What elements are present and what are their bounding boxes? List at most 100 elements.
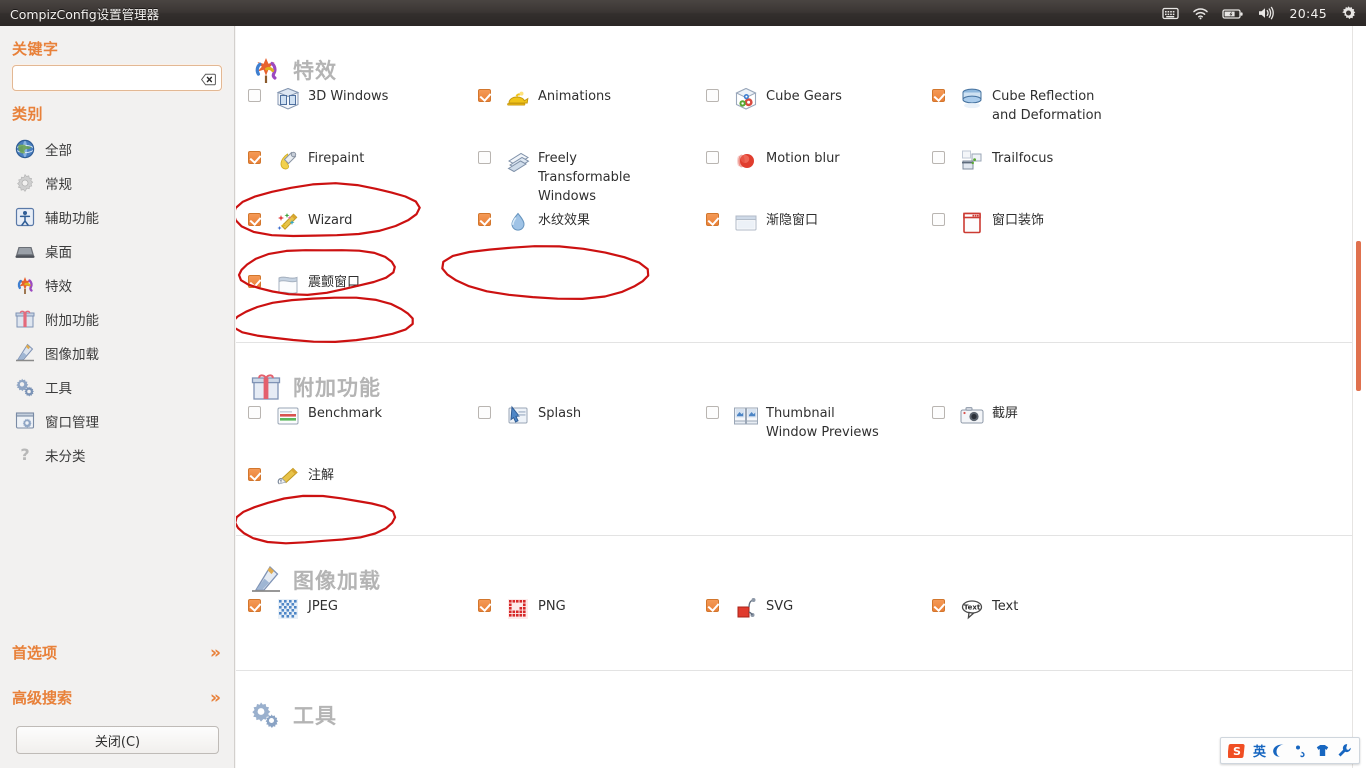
close-button[interactable]: 关闭(C) bbox=[16, 726, 219, 754]
sidebar-item-window-management[interactable]: 窗口管理 bbox=[0, 404, 234, 438]
plugin-label: 水纹效果 bbox=[538, 213, 591, 228]
moon-icon[interactable] bbox=[1273, 743, 1287, 758]
plugin-checkbox[interactable] bbox=[932, 151, 945, 164]
plugin-item[interactable]: PNG bbox=[478, 596, 566, 622]
plugin-label: 渐隐窗口 bbox=[766, 213, 819, 228]
ime-mode-label[interactable]: 英 bbox=[1253, 741, 1266, 760]
sidebar-item-label: 辅助功能 bbox=[45, 211, 99, 227]
sidebar-item-image-loading[interactable]: 图像加载 bbox=[0, 336, 234, 370]
top-panel: CompizConfig设置管理器 20:45 bbox=[0, 0, 1366, 26]
desktop-icon bbox=[14, 240, 36, 262]
preferences-link[interactable]: 首选项 » bbox=[0, 630, 235, 675]
plugin-item[interactable]: Splash bbox=[478, 403, 581, 429]
plugin-item[interactable]: 注解 bbox=[248, 465, 334, 491]
plugin-item[interactable]: Freely Transformable Windows bbox=[478, 148, 631, 206]
plugin-checkbox[interactable] bbox=[706, 151, 719, 164]
plugin-checkbox[interactable] bbox=[248, 89, 261, 102]
gift-icon bbox=[14, 308, 36, 330]
plugin-item[interactable]: Motion blur bbox=[706, 148, 840, 174]
scrollbar-thumb[interactable] bbox=[1356, 241, 1361, 391]
clock[interactable]: 20:45 bbox=[1289, 6, 1327, 21]
plugin-checkbox[interactable] bbox=[932, 406, 945, 419]
plugin-item[interactable]: 震颤窗口 bbox=[248, 272, 360, 298]
plugin-item[interactable]: 窗口装饰 bbox=[932, 210, 1044, 236]
plugin-label: 截屏 bbox=[992, 406, 1019, 421]
plugin-label: 震颤窗口 bbox=[308, 275, 361, 290]
plugin-item[interactable]: 3D Windows bbox=[248, 86, 388, 112]
plugin-checkbox[interactable] bbox=[706, 406, 719, 419]
sidebar-item-all[interactable]: 全部 bbox=[0, 132, 234, 166]
firepaint-icon bbox=[275, 148, 301, 174]
plugin-checkbox[interactable] bbox=[706, 89, 719, 102]
search-box[interactable] bbox=[12, 65, 222, 91]
plugin-checkbox[interactable] bbox=[932, 89, 945, 102]
section-title: 附加功能 bbox=[293, 376, 381, 400]
plugin-item[interactable]: Animations bbox=[478, 86, 611, 112]
plugin-checkbox[interactable] bbox=[248, 213, 261, 226]
search-input[interactable] bbox=[13, 67, 221, 89]
plugin-checkbox[interactable] bbox=[478, 213, 491, 226]
plugin-item[interactable]: Trailfocus bbox=[932, 148, 1053, 174]
plugin-item[interactable]: Firepaint bbox=[248, 148, 364, 174]
plugin-checkbox[interactable] bbox=[478, 151, 491, 164]
wrench-icon[interactable] bbox=[1337, 743, 1352, 758]
plugin-checkbox[interactable] bbox=[248, 468, 261, 481]
plugin-label: Cube Reflection and Deformation bbox=[992, 89, 1102, 123]
plugin-item[interactable]: Wizard bbox=[248, 210, 352, 236]
plugin-label: 窗口装饰 bbox=[992, 213, 1045, 228]
plugin-checkbox[interactable] bbox=[248, 275, 261, 288]
sidebar-item-accessibility[interactable]: 辅助功能 bbox=[0, 200, 234, 234]
plugin-item[interactable]: Thumbnail Window Previews bbox=[706, 403, 879, 442]
plugin-item[interactable]: Text Text bbox=[932, 596, 1018, 622]
window-decoration-icon bbox=[959, 210, 985, 236]
punctuation-icon[interactable] bbox=[1294, 743, 1308, 758]
wobbly-windows-icon bbox=[275, 272, 301, 298]
plugin-checkbox[interactable] bbox=[478, 89, 491, 102]
plugin-checkbox[interactable] bbox=[932, 599, 945, 612]
sidebar-item-extras[interactable]: 附加功能 bbox=[0, 302, 234, 336]
plugin-item[interactable]: JPEG bbox=[248, 596, 338, 622]
plugin-grid: JPEG PNG SVG Text Text bbox=[236, 596, 1366, 644]
plugin-checkbox[interactable] bbox=[248, 151, 261, 164]
sidebar-item-utility[interactable]: 工具 bbox=[0, 370, 234, 404]
sidebar-item-effects[interactable]: 特效 bbox=[0, 268, 234, 302]
vertical-scrollbar[interactable] bbox=[1352, 26, 1366, 768]
section-header: 特效 bbox=[236, 26, 1366, 86]
section-title: 特效 bbox=[293, 59, 337, 83]
water-effect-icon bbox=[505, 210, 531, 236]
plugin-checkbox[interactable] bbox=[478, 599, 491, 612]
plugin-checkbox[interactable] bbox=[478, 406, 491, 419]
sidebar-item-uncategorized[interactable]: ? 未分类 bbox=[0, 438, 234, 472]
wifi-icon[interactable] bbox=[1192, 0, 1209, 26]
plugin-checkbox[interactable] bbox=[248, 406, 261, 419]
skin-icon[interactable] bbox=[1315, 743, 1330, 758]
plugin-checkbox[interactable] bbox=[706, 599, 719, 612]
text-icon: Text bbox=[959, 596, 985, 622]
plugin-item[interactable]: SVG bbox=[706, 596, 793, 622]
volume-icon[interactable] bbox=[1257, 0, 1276, 26]
plugin-item[interactable]: Cube Gears bbox=[706, 86, 842, 112]
plugin-item[interactable]: 渐隐窗口 bbox=[706, 210, 818, 236]
plugin-item[interactable]: Benchmark bbox=[248, 403, 382, 429]
benchmark-icon bbox=[275, 403, 301, 429]
keyboard-icon[interactable] bbox=[1162, 0, 1180, 26]
sogou-logo-icon[interactable]: S bbox=[1227, 742, 1246, 760]
plugin-checkbox[interactable] bbox=[248, 599, 261, 612]
system-tray: 20:45 bbox=[1162, 0, 1366, 26]
sidebar-item-general[interactable]: 常规 bbox=[0, 166, 234, 200]
sidebar-item-desktop[interactable]: 桌面 bbox=[0, 234, 234, 268]
plugin-label: Trailfocus bbox=[992, 151, 1054, 166]
battery-icon[interactable] bbox=[1222, 0, 1244, 26]
plugin-item[interactable]: 水纹效果 bbox=[478, 210, 590, 236]
gear-icon[interactable] bbox=[1340, 0, 1357, 26]
plugin-item[interactable]: 截屏 bbox=[932, 403, 1018, 429]
sogou-ime-toolbar[interactable]: S 英 bbox=[1219, 737, 1360, 764]
plugin-label: SVG bbox=[766, 599, 794, 614]
motion-blur-icon bbox=[733, 148, 759, 174]
plugin-checkbox[interactable] bbox=[706, 213, 719, 226]
plugin-section: 图像加载 JPEG PNG SVG Text Text bbox=[236, 536, 1366, 671]
advanced-search-link[interactable]: 高级搜索 » bbox=[0, 675, 235, 720]
plugin-checkbox[interactable] bbox=[932, 213, 945, 226]
plugin-item[interactable]: Cube Reflection and Deformation bbox=[932, 86, 1102, 125]
clear-icon[interactable] bbox=[200, 71, 216, 86]
